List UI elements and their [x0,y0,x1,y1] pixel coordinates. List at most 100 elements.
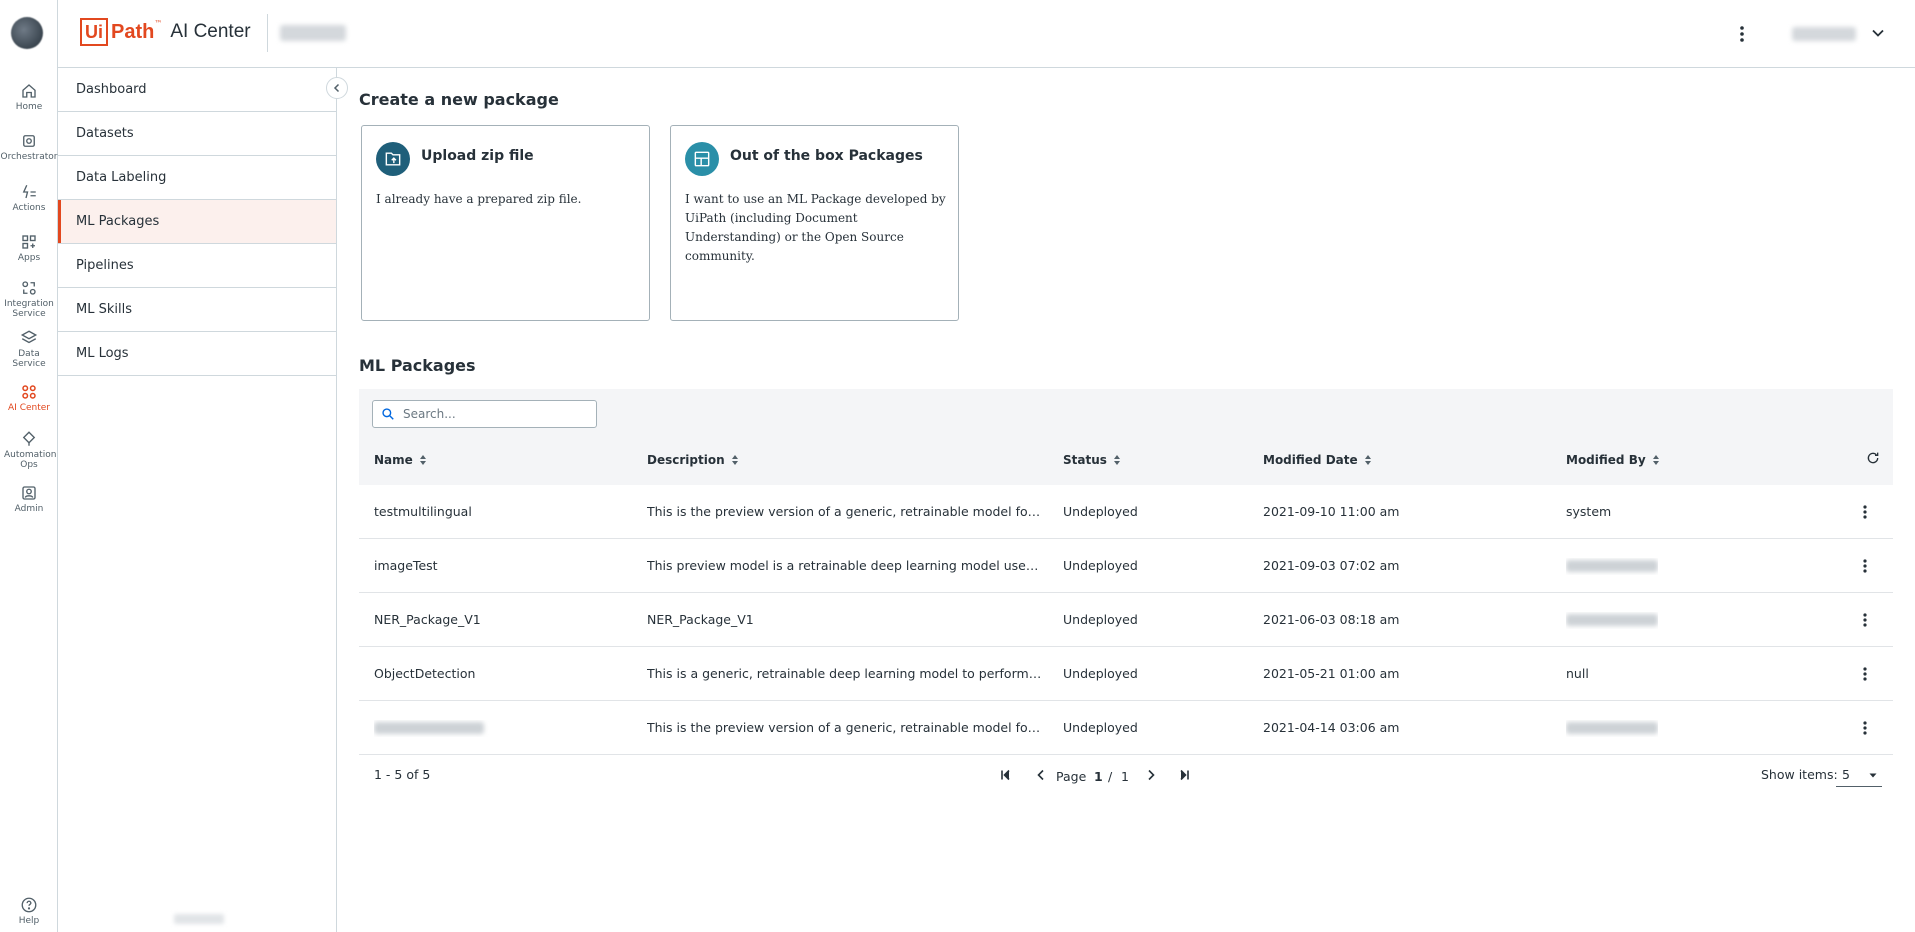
table-row[interactable]: imageTest This preview model is a retrai… [359,539,1893,593]
cell-name-redacted[interactable] [374,720,624,737]
column-header-name[interactable]: Name [374,453,426,467]
collapse-sidebar-button[interactable] [326,77,348,99]
column-label: Modified By [1566,453,1646,467]
column-label: Description [647,453,725,467]
row-menu-button[interactable] [1855,664,1875,684]
logo-tm: ™ [154,19,163,28]
caret-down-icon [1869,773,1877,777]
table-row[interactable]: ObjectDetection This is a generic, retra… [359,647,1893,701]
more-options-button[interactable] [1728,20,1756,48]
data-service-icon [20,330,38,344]
last-page-icon [1180,769,1189,781]
row-menu-button[interactable] [1855,718,1875,738]
row-menu-button[interactable] [1855,610,1875,630]
rail-item-admin[interactable]: Admin [0,484,58,514]
rail-item-integration-service[interactable]: Integration Service [0,279,58,319]
show-items-select[interactable]: 5 [1836,763,1882,787]
column-header-modified-by[interactable]: Modified By [1566,453,1659,467]
rail-item-actions[interactable]: Actions [0,183,58,213]
sort-icon [1113,455,1120,465]
org-avatar[interactable] [11,17,43,49]
admin-icon [22,486,36,500]
nav-item-ml-packages[interactable]: ML Packages [58,200,336,244]
search-input[interactable] [403,407,583,421]
column-header-status[interactable]: Status [1063,453,1120,467]
nav-item-pipelines[interactable]: Pipelines [58,244,336,288]
cell-modified-date: 2021-06-03 08:18 am [1263,612,1400,627]
user-name-redacted[interactable] [1792,27,1856,41]
packages-grid-icon [685,142,719,176]
rail-item-help[interactable]: Help [0,896,58,926]
rail-item-orchestrator[interactable]: Orchestrator [0,132,58,162]
integration-icon [22,281,36,295]
cell-description: This is the preview version of a generic… [647,504,1042,519]
upload-zip-icon [376,142,410,176]
table-row[interactable]: This is the preview version of a generic… [359,701,1893,755]
rail-label: Orchestrator [0,152,58,162]
sort-icon [419,455,426,465]
kebab-icon [1863,613,1867,627]
rail-item-ai-center[interactable]: AI Center [0,383,58,413]
cell-status: Undeployed [1063,666,1138,681]
page-separator: / [1108,769,1113,784]
cell-status: Undeployed [1063,720,1138,735]
kebab-icon [1863,559,1867,573]
rail-item-data-service[interactable]: Data Service [0,329,58,369]
chevron-down-icon[interactable] [1871,26,1885,40]
nav-item-datasets[interactable]: Datasets [58,112,336,156]
search-icon [382,408,394,420]
row-menu-button[interactable] [1855,502,1875,522]
cell-name[interactable]: imageTest [374,558,624,573]
cell-modified-by-redacted [1566,720,1658,737]
previous-page-button[interactable] [1035,769,1047,781]
out-of-box-packages-card[interactable]: Out of the box Packages I want to use an… [670,125,959,321]
refresh-button[interactable] [1865,450,1881,470]
tenant-name-redacted[interactable] [280,25,346,41]
logo-ui: Ui [80,18,108,46]
nav-item-dashboard[interactable]: Dashboard [58,68,336,112]
upload-zip-card[interactable]: Upload zip file I already have a prepare… [361,125,650,321]
page-label: Page [1056,769,1087,784]
cell-name[interactable]: NER_Package_V1 [374,612,624,627]
cell-name[interactable]: ObjectDetection [374,666,624,681]
nav-item-ml-skills[interactable]: ML Skills [58,288,336,332]
chevron-right-icon [1148,769,1155,781]
cell-status: Undeployed [1063,504,1138,519]
column-header-modified-date[interactable]: Modified Date [1263,453,1371,467]
cell-modified-by-redacted [1566,612,1658,629]
show-items-value: 5 [1842,767,1850,782]
table-row[interactable]: NER_Package_V1 NER_Package_V1 Undeployed… [359,593,1893,647]
row-menu-button[interactable] [1855,556,1875,576]
current-page: 1 [1094,769,1103,784]
cell-modified-by: system [1566,504,1612,519]
global-nav-rail: Home Orchestrator Actions Apps Integrati… [0,0,58,932]
kebab-icon [1863,505,1867,519]
column-label: Name [374,453,413,467]
next-page-button[interactable] [1145,769,1157,781]
first-page-button[interactable] [1000,769,1012,781]
nav-item-ml-logs[interactable]: ML Logs [58,332,336,376]
cell-name[interactable]: testmultilingual [374,504,624,519]
card-description: I already have a prepared zip file. [376,192,582,206]
search-box[interactable] [372,400,597,428]
uipath-logo[interactable]: Ui Path ™ AI Center [80,17,251,47]
table-row[interactable]: testmultilingual This is the preview ver… [359,485,1893,539]
rail-item-home[interactable]: Home [0,82,58,112]
chevron-left-icon [333,83,340,93]
sort-icon [1652,455,1659,465]
column-header-description[interactable]: Description [647,453,738,467]
nav-item-data-labeling[interactable]: Data Labeling [58,156,336,200]
sort-icon [731,455,738,465]
apps-icon [22,235,36,249]
first-page-icon [1001,769,1010,781]
last-page-button[interactable] [1178,769,1190,781]
ml-packages-title: ML Packages [359,356,476,375]
rail-item-automation-ops[interactable]: Automation Ops [0,430,58,470]
automation-ops-icon [22,431,36,446]
top-header: Ui Path ™ AI Center [58,0,1915,68]
cell-description: This is the preview version of a generic… [647,720,1042,735]
actions-icon [22,184,36,199]
rail-label: Admin [14,504,44,514]
rail-label: Integration Service [4,299,54,319]
rail-item-apps[interactable]: Apps [0,233,58,263]
